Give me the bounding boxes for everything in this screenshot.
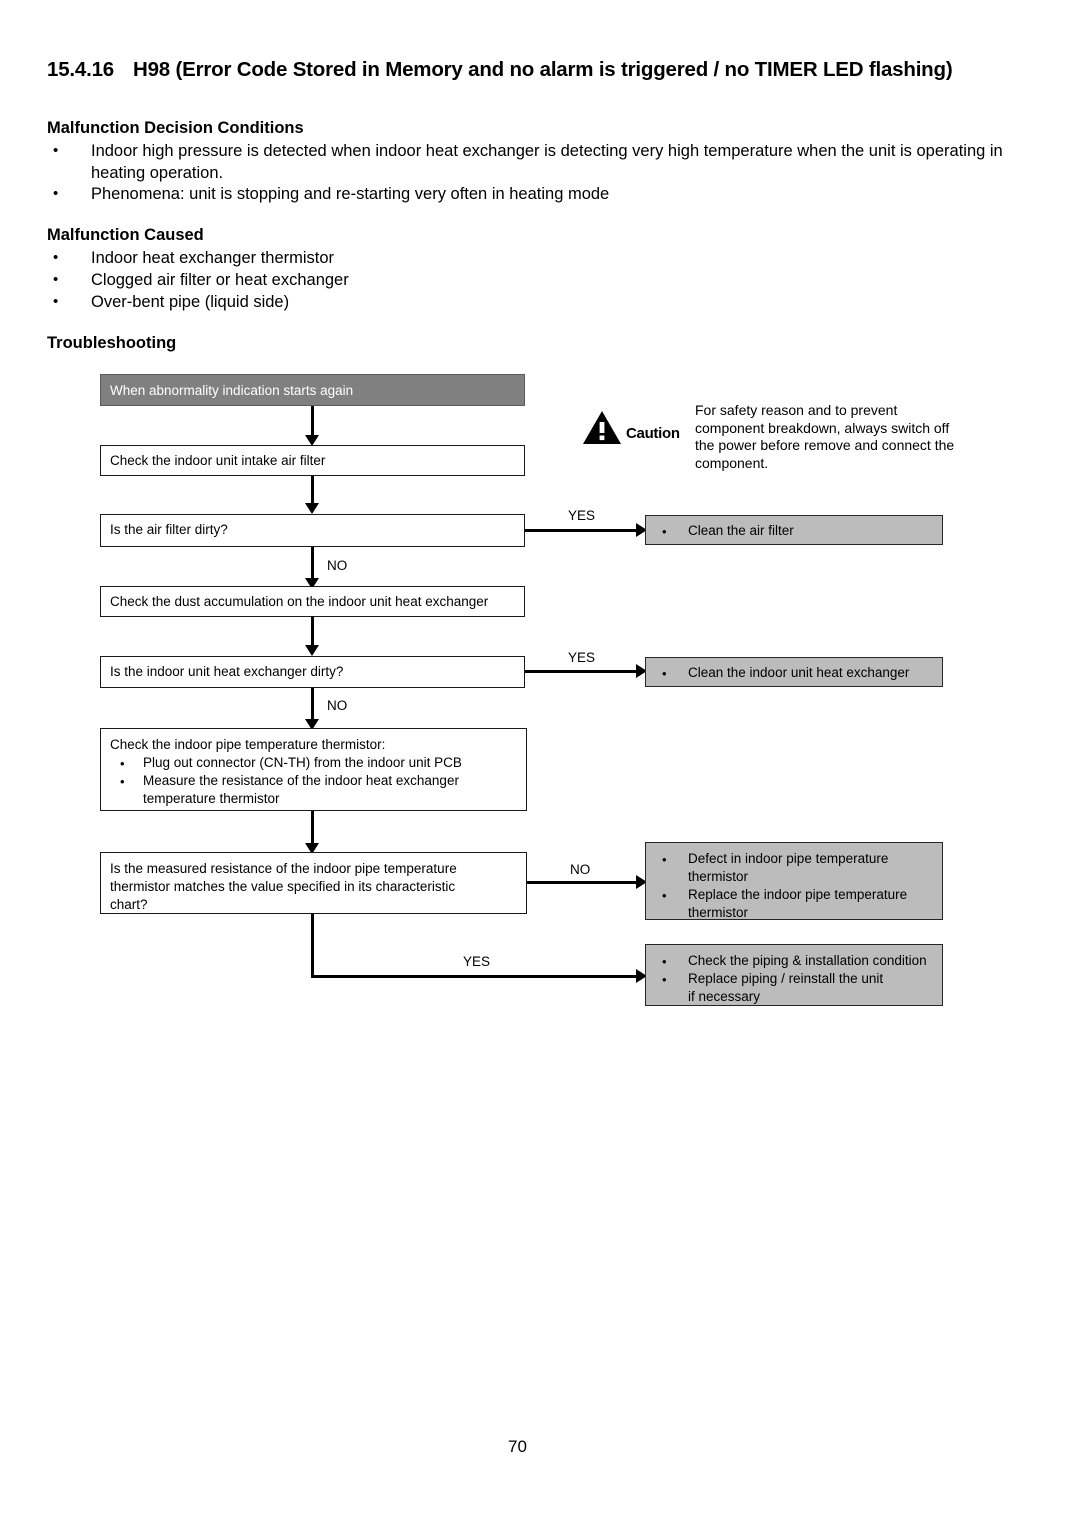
flow-node-decision-resistance-match-line: thermistor matches the value specified i… — [110, 878, 526, 896]
flow-node-bullet-label-cont: temperature thermistor — [110, 790, 526, 808]
connector-decision2-yes — [525, 670, 639, 673]
connector-step1-to-decision1 — [311, 476, 314, 506]
edge-label-yes-1: YES — [568, 508, 595, 524]
result-label: Clean the indoor unit heat exchanger — [688, 665, 909, 680]
bullet-icon: • — [53, 269, 58, 291]
flow-node-check-dust-accumulation-label: Check the dust accumulation on the indoo… — [110, 593, 524, 611]
caution-label: Caution — [626, 425, 680, 442]
connector-decision1-no — [311, 547, 314, 581]
flow-node-bullet-label: Measure the resistance of the indoor hea… — [143, 773, 459, 788]
heading-malfunction-decision-conditions: Malfunction Decision Conditions — [47, 118, 304, 139]
bullet-icon: • — [53, 140, 58, 162]
list-item-label: Clogged air filter or heat exchanger — [91, 269, 753, 291]
flow-node-check-thermistor: Check the indoor pipe temperature thermi… — [100, 728, 527, 811]
flow-node-check-air-filter-label: Check the indoor unit intake air filter — [110, 452, 524, 470]
result-label-cont: thermistor — [646, 868, 942, 886]
result-bullet-row: • Defect in indoor pipe temperature — [646, 851, 888, 866]
bullet-icon: • — [120, 773, 125, 791]
connector-decision3-yes-horizontal — [311, 975, 639, 978]
list-item-label: Phenomena: unit is stopping and re-start… — [91, 183, 1008, 205]
bullet-icon: • — [662, 523, 667, 541]
flow-result-piping: • Check the piping & installation conditi… — [645, 944, 943, 1006]
flow-node-start: When abnormality indication starts again — [100, 374, 525, 406]
result-bullet-row: • Replace the indoor pipe temperature — [646, 887, 907, 902]
flow-node-check-dust-accumulation: Check the dust accumulation on the indoo… — [100, 586, 525, 617]
bullet-icon: • — [53, 291, 58, 313]
connector-decision1-yes — [525, 529, 639, 532]
edge-label-no-1: NO — [327, 558, 347, 574]
flow-node-decision-resistance-match: Is the measured resistance of the indoor… — [100, 852, 527, 914]
bullet-icon: • — [662, 887, 667, 905]
flow-node-check-air-filter: Check the indoor unit intake air filter — [100, 445, 525, 476]
list-item-label: Indoor high pressure is detected when in… — [91, 140, 1008, 184]
connector-decision3-yes-vertical — [311, 914, 314, 978]
flow-node-decision-resistance-match-line: chart? — [110, 896, 526, 914]
result-label-cont: thermistor — [646, 904, 942, 922]
page-title: 15.4.16H98 (Error Code Stored in Memory … — [47, 56, 1007, 84]
section-number: 15.4.16 — [47, 56, 133, 84]
list-item: • Clogged air filter or heat exchanger — [53, 269, 753, 291]
bullet-icon: • — [662, 953, 667, 971]
warning-triangle-icon — [582, 410, 622, 446]
arrow-down-icon — [305, 503, 319, 514]
flow-node-decision-heat-exchanger-dirty-label: Is the indoor unit heat exchanger dirty? — [110, 663, 524, 681]
connector-start-to-step1 — [311, 406, 314, 438]
list-item: • Over-bent pipe (liquid side) — [53, 291, 753, 313]
list-item: • Indoor heat exchanger thermistor — [53, 247, 753, 269]
section-title-text: H98 (Error Code Stored in Memory and no … — [133, 56, 988, 84]
list-item: • Phenomena: unit is stopping and re-sta… — [53, 183, 1008, 205]
connector-step3-to-decision3 — [311, 811, 314, 847]
result-label: Check the piping & installation conditio… — [688, 953, 927, 968]
result-label: Replace the indoor pipe temperature — [688, 887, 907, 902]
edge-label-no-3: NO — [570, 862, 590, 878]
edge-label-yes-3: YES — [463, 954, 490, 970]
result-label: Clean the air filter — [688, 523, 794, 538]
flow-node-decision-air-filter-dirty: Is the air filter dirty? — [100, 514, 525, 547]
flow-node-bullet-row: • Measure the resistance of the indoor he… — [110, 773, 459, 788]
flow-node-decision-air-filter-dirty-label: Is the air filter dirty? — [110, 521, 524, 539]
result-bullet-row: • Replace piping / reinstall the unit — [646, 971, 883, 986]
flow-node-bullet-label: Plug out connector (CN-TH) from the indo… — [143, 755, 462, 770]
edge-label-no-2: NO — [327, 698, 347, 714]
bullet-icon: • — [53, 183, 58, 205]
list-item: • Indoor high pressure is detected when … — [53, 140, 1008, 184]
page-number: 70 — [0, 1437, 1035, 1457]
result-bullet-row: • Clean the indoor unit heat exchanger — [646, 665, 909, 680]
flow-result-clean-air-filter: • Clean the air filter — [645, 515, 943, 545]
edge-label-yes-2: YES — [568, 650, 595, 666]
result-label: Defect in indoor pipe temperature — [688, 851, 888, 866]
connector-decision3-no — [527, 881, 639, 884]
connector-decision2-no — [311, 688, 314, 722]
bullet-icon: • — [662, 971, 667, 989]
flow-result-thermistor-defect: • Defect in indoor pipe temperature therm… — [645, 842, 943, 920]
flow-node-decision-resistance-match-line: Is the measured resistance of the indoor… — [110, 860, 526, 878]
result-label: Replace piping / reinstall the unit — [688, 971, 883, 986]
result-label-cont: if necessary — [646, 988, 942, 1006]
heading-troubleshooting: Troubleshooting — [47, 333, 176, 354]
bullet-icon: • — [53, 247, 58, 269]
flow-node-start-label: When abnormality indication starts again — [110, 382, 524, 400]
caution-text: For safety reason and to prevent compone… — [695, 402, 965, 472]
arrow-down-icon — [305, 645, 319, 656]
result-bullet-row: • Check the piping & installation conditi… — [646, 953, 927, 968]
result-bullet-row: • Clean the air filter — [646, 523, 794, 538]
list-item-label: Over-bent pipe (liquid side) — [91, 291, 753, 313]
flow-node-check-thermistor-title: Check the indoor pipe temperature thermi… — [110, 736, 526, 754]
list-item-label: Indoor heat exchanger thermistor — [91, 247, 753, 269]
flow-result-clean-heat-exchanger: • Clean the indoor unit heat exchanger — [645, 657, 943, 687]
flow-node-decision-heat-exchanger-dirty: Is the indoor unit heat exchanger dirty? — [100, 656, 525, 688]
flow-node-bullet-row: • Plug out connector (CN-TH) from the ind… — [110, 755, 462, 770]
heading-malfunction-caused: Malfunction Caused — [47, 225, 204, 246]
bullet-icon: • — [662, 665, 667, 683]
bullet-icon: • — [120, 755, 125, 773]
bullet-icon: • — [662, 851, 667, 869]
